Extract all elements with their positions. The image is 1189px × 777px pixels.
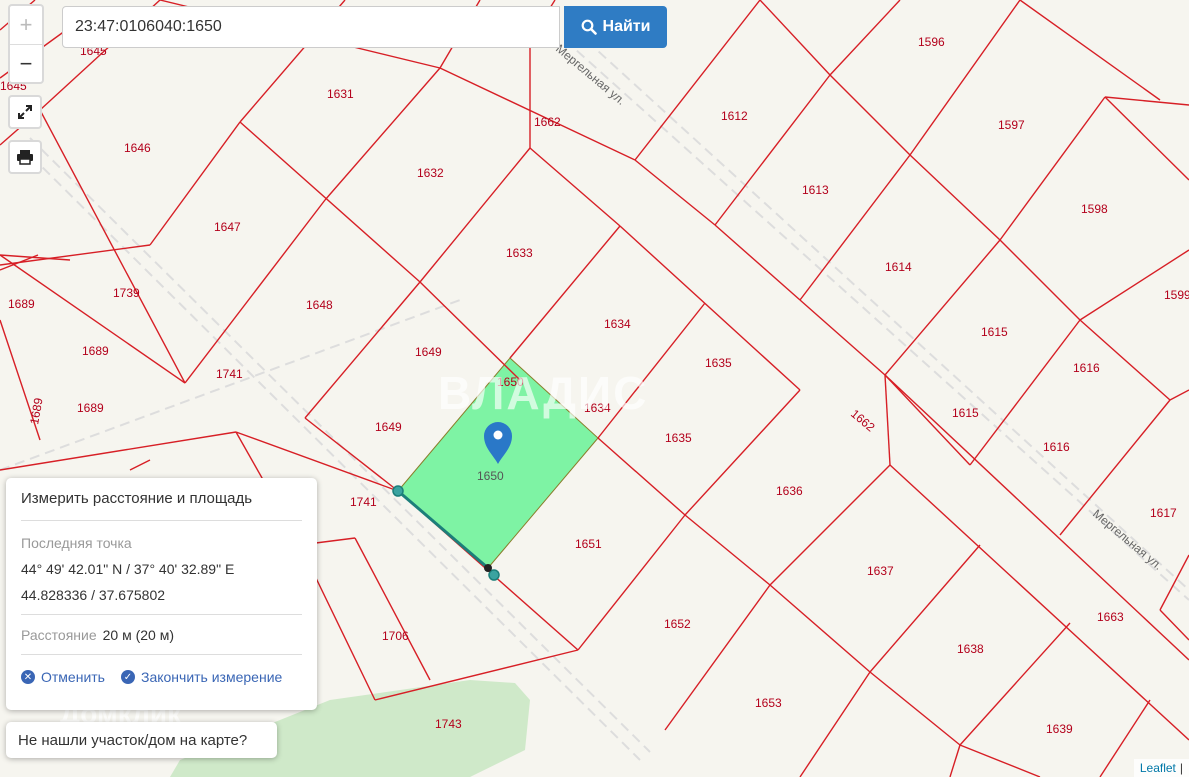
last-point-label: Последняя точка <box>21 535 132 551</box>
parcel-label: 1599 <box>1164 288 1189 302</box>
parcel-label: 1631 <box>327 87 354 101</box>
parcel-label: 1647 <box>214 220 241 234</box>
fullscreen-button[interactable] <box>8 95 42 129</box>
finish-label: Закончить измерение <box>140 669 283 685</box>
not-found-button[interactable]: Не нашли участок/дом на карте? <box>6 722 277 758</box>
printer-icon <box>17 150 33 165</box>
parcel-label: 1617 <box>1150 506 1177 520</box>
parcel-label: 1596 <box>918 35 945 49</box>
parcel-label: 1598 <box>1081 202 1108 216</box>
parcel-label: 1689 <box>77 401 104 415</box>
parcel-label: 1689 <box>82 344 109 358</box>
attribution: Leaflet | <box>1133 759 1189 777</box>
parcel-label: 1613 <box>802 183 829 197</box>
parcel-label: 1615 <box>952 406 979 420</box>
parcel-label: 1639 <box>1046 722 1073 736</box>
parcel-label: 1653 <box>755 696 782 710</box>
parcel-label: 1616 <box>1073 361 1100 375</box>
parcel-label: 1636 <box>776 484 803 498</box>
parcel-label: 1633 <box>506 246 533 260</box>
parcel-label: 1634 <box>604 317 631 331</box>
parcel-label: 1614 <box>885 260 912 274</box>
parcel-label: 1650 <box>477 469 504 483</box>
last-point-dms: 44° 49' 42.01" N / 37° 40' 32.89" E <box>21 561 235 577</box>
parcel-label: 1649 <box>415 345 442 359</box>
measure-end-point[interactable] <box>488 569 500 581</box>
divider <box>21 614 302 615</box>
parcel-label: 1689 <box>27 396 45 425</box>
parcel-label: 1706 <box>382 629 409 643</box>
measure-start-point[interactable] <box>392 485 404 497</box>
cancel-label: Отменить <box>41 669 105 685</box>
print-button[interactable] <box>8 140 42 174</box>
parcel-label: 1632 <box>417 166 444 180</box>
distance-row: Расстояние 20 м (20 м) <box>21 627 302 643</box>
parcel-label: 1662 <box>534 115 561 129</box>
search-icon <box>581 19 597 35</box>
distance-value: 20 м (20 м) <box>102 627 175 643</box>
parcel-label: 1663 <box>1097 610 1124 624</box>
parcel-label: 1651 <box>575 537 602 551</box>
last-point-decimal: 44.828336 / 37.675802 <box>21 587 166 603</box>
measure-title: Измерить расстояние и площадь <box>21 478 302 521</box>
parcel-label: 1612 <box>721 109 748 123</box>
measure-panel: Измерить расстояние и площадь Последняя … <box>6 478 317 710</box>
cadastral-search-input[interactable] <box>62 6 560 48</box>
measure-actions: ✕ Отменить ✓ Закончить измерение <box>21 669 302 685</box>
cancel-icon: ✕ <box>21 670 35 684</box>
finish-measure-button[interactable]: ✓ Закончить измерение <box>120 669 283 685</box>
divider <box>21 654 302 655</box>
distance-label: Расстояние <box>21 627 97 643</box>
leaflet-link[interactable]: Leaflet <box>1140 761 1176 775</box>
parcel-label: 1637 <box>867 564 894 578</box>
parcel-label: 1635 <box>705 356 732 370</box>
fullscreen-icon <box>18 105 32 119</box>
parcel-label: 1739 <box>113 286 140 300</box>
search-button[interactable]: Найти <box>564 6 667 48</box>
watermark-logo: ВЛАДИС <box>438 367 649 419</box>
parcel-label: 1649 <box>375 420 402 434</box>
parcel-label: 1741 <box>350 495 377 509</box>
cancel-measure-button[interactable]: ✕ Отменить <box>21 669 105 685</box>
parcel-label: 1662 <box>848 407 878 435</box>
zoom-out-button[interactable]: − <box>10 45 42 83</box>
parcel-label: 1615 <box>981 325 1008 339</box>
measure-vertex <box>484 564 492 572</box>
street-label: Мергельная ул. <box>553 42 628 108</box>
parcel-label: 1652 <box>664 617 691 631</box>
parcel-label: 1597 <box>998 118 1025 132</box>
zoom-control: + − <box>8 4 44 84</box>
zoom-in-button[interactable]: + <box>10 6 42 45</box>
check-icon: ✓ <box>120 670 135 684</box>
parcel-label: 1741 <box>216 367 243 381</box>
parcel-label: 1635 <box>665 431 692 445</box>
parcel-label: 1689 <box>8 297 35 311</box>
parcel-label: 1743 <box>435 717 462 731</box>
parcel-label: 1616 <box>1043 440 1070 454</box>
parcel-label: 1646 <box>124 141 151 155</box>
parcel-label: 1638 <box>957 642 984 656</box>
parcel-label: 1648 <box>306 298 333 312</box>
search-button-label: Найти <box>602 18 651 35</box>
